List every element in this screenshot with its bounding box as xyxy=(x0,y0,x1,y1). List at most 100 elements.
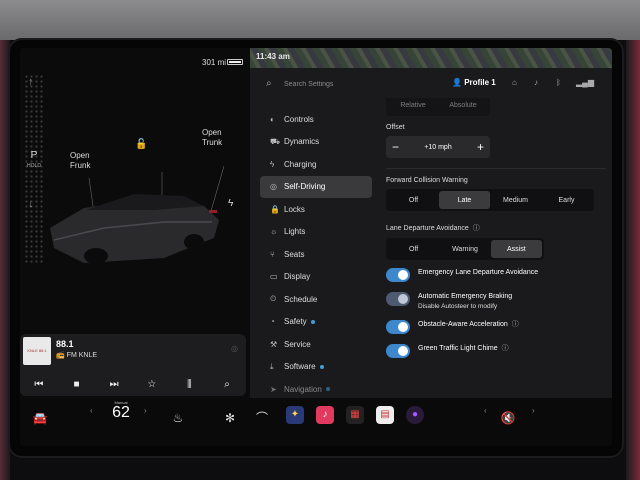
toggle-switch[interactable] xyxy=(386,320,410,334)
trunk-line1: Open xyxy=(202,128,222,137)
fcw-option-late[interactable]: Late xyxy=(439,191,490,209)
car-model-image xyxy=(50,165,224,264)
lda-option-off[interactable]: Off xyxy=(388,240,439,258)
sidebar-item-schedule[interactable]: ⏲ Schedule xyxy=(260,288,372,311)
calendar-app-icon[interactable]: ▤ xyxy=(376,406,394,424)
app-launcher-icon[interactable]: ▦ xyxy=(346,406,364,424)
sidebar-item-label: Seats xyxy=(284,249,305,259)
garage-icon[interactable]: ⌂ xyxy=(512,78,517,87)
sidebar-item-lights[interactable]: ☼ Lights xyxy=(260,221,372,244)
charge-port-bolt-icon[interactable]: ϟ xyxy=(228,198,233,209)
toggle-label: Automatic Emergency Braking xyxy=(418,293,513,300)
offset-mode-toggle[interactable]: Relative Absolute xyxy=(386,98,490,116)
offset-value: +10 mph xyxy=(424,143,452,151)
temperature[interactable]: 62 xyxy=(108,404,134,422)
offset-mode-relative[interactable]: Relative xyxy=(388,98,438,114)
toggle-row: Automatic Emergency Braking Disable Autos… xyxy=(386,292,606,312)
info-icon[interactable]: ⓘ xyxy=(512,321,519,328)
sidebar-item-display[interactable]: ▭ Display xyxy=(260,266,372,289)
sidebar-item-seats[interactable]: ⑂ Seats xyxy=(260,243,372,266)
station-name-text: FM KNLE xyxy=(66,352,98,359)
toybox-app-icon[interactable]: ✦ xyxy=(286,406,304,424)
sidebar-item-label: Schedule xyxy=(284,294,318,304)
display-icon: ▭ xyxy=(270,272,278,282)
lda-option-assist[interactable]: Assist xyxy=(490,240,542,258)
toggle-sublabel: Disable Autosteer to modify xyxy=(418,303,498,310)
sidebar-item-service[interactable]: ⚒ Service xyxy=(260,333,372,356)
decrease-icon[interactable]: − xyxy=(392,140,399,154)
fcw-option-early[interactable]: Early xyxy=(541,191,592,209)
toggle-switch[interactable] xyxy=(386,268,410,282)
sidebar-item-label: Charging xyxy=(284,159,317,169)
sidebar-item-locks[interactable]: 🔒 Locks xyxy=(260,198,372,221)
clock: 11:43 am xyxy=(256,52,290,61)
lda-option-warning[interactable]: Warning xyxy=(439,240,490,258)
unlock-icon[interactable]: 🔓 xyxy=(135,139,147,150)
gear-hold-label: HOLD xyxy=(27,163,41,169)
previous-track-icon[interactable]: ⏮ xyxy=(30,379,48,390)
notification-bell-icon[interactable]: ♪ xyxy=(534,78,538,87)
sidebar-item-safety[interactable]: ◔ Safety xyxy=(260,311,372,334)
favorite-star-icon[interactable]: ☆ xyxy=(143,379,161,390)
toggle-icon: ◐ xyxy=(270,114,275,124)
info-icon[interactable]: ⓘ xyxy=(473,225,480,232)
sidebar-item-label: Controls xyxy=(284,114,314,124)
gear-selector[interactable] xyxy=(24,74,44,264)
toggle-row: Obstacle-Aware Acceleration ⓘ xyxy=(386,320,606,334)
media-player: KNLE 88.1 88.1 📻 FM KNLE ◎ ⏮ ■ ⏭ ☆ ⫼ ⌕ xyxy=(20,334,246,396)
volume-up-chevron-icon[interactable]: › xyxy=(532,406,535,415)
temp-down-chevron-icon[interactable]: ‹ xyxy=(90,406,93,415)
fcw-option-medium[interactable]: Medium xyxy=(490,191,541,209)
stop-icon[interactable]: ■ xyxy=(67,379,85,390)
seat-heater-icon[interactable]: ♨ xyxy=(168,408,188,428)
equalizer-icon[interactable]: ⫼ xyxy=(180,379,198,390)
divider xyxy=(386,168,606,169)
offset-stepper[interactable]: − +10 mph + xyxy=(386,136,490,158)
next-track-icon[interactable]: ⏭ xyxy=(105,379,123,390)
profile-button[interactable]: 👤 Profile 1 xyxy=(452,78,496,87)
sidebar-item-label: Safety xyxy=(284,317,307,327)
light-icon: ☼ xyxy=(270,227,278,237)
car-icon[interactable]: 🚘 xyxy=(30,408,50,428)
mute-speaker-icon[interactable]: 🔇 xyxy=(498,408,518,428)
sidebar-item-label: Software xyxy=(284,362,316,372)
sidebar-item-label: Lights xyxy=(284,227,306,237)
fcw-option-off[interactable]: Off xyxy=(388,191,439,209)
toggle-switch[interactable] xyxy=(386,344,410,358)
increase-icon[interactable]: + xyxy=(477,140,484,154)
sidebar-item-label: Display xyxy=(284,272,311,282)
toggle-row: Emergency Lane Departure Avoidance xyxy=(386,268,606,282)
lda-segmented-control[interactable]: Off Warning Assist xyxy=(386,238,544,260)
car-icon: ⛟ xyxy=(270,136,281,146)
bolt-icon: ϟ xyxy=(270,159,275,169)
nav-icon: ➤ xyxy=(270,384,277,394)
sidebar-item-label: Navigation xyxy=(284,384,322,394)
sidebar-item-dynamics[interactable]: ⛟ Dynamics xyxy=(260,131,372,154)
shield-icon: ◔ xyxy=(270,317,275,327)
search-media-icon[interactable]: ⌕ xyxy=(218,379,236,390)
notification-dot xyxy=(325,387,330,392)
toggle-switch xyxy=(386,292,410,306)
station-name: 📻 FM KNLE xyxy=(56,352,98,359)
sidebar-item-label: Self-Driving xyxy=(284,182,326,192)
sidebar-item-software[interactable]: ⤓ Software xyxy=(260,356,372,379)
bluetooth-icon[interactable]: ᛒ xyxy=(556,78,561,87)
offset-mode-absolute[interactable]: Absolute xyxy=(438,98,488,114)
notification-dot xyxy=(319,364,324,369)
music-app-icon[interactable]: ♪ xyxy=(316,406,334,424)
toggle-label: Emergency Lane Departure Avoidance xyxy=(418,269,539,276)
sidebar-item-controls[interactable]: ◐ Controls xyxy=(260,108,372,131)
volume-down-chevron-icon[interactable]: ‹ xyxy=(484,406,487,415)
fcw-segmented-control[interactable]: Off Late Medium Early xyxy=(386,189,594,211)
radio-signal-icon: ◎ xyxy=(231,344,238,353)
sidebar-item-self-driving[interactable]: ◎ Self-Driving xyxy=(260,175,372,198)
open-trunk-button[interactable]: Open Trunk xyxy=(202,128,222,148)
search-settings-input[interactable] xyxy=(284,76,424,92)
info-icon[interactable]: ⓘ xyxy=(502,345,509,352)
camera-app-icon[interactable]: ● xyxy=(406,406,424,424)
wiper-icon[interactable]: ⌒ xyxy=(252,408,272,428)
sidebar-item-charging[interactable]: ϟ Charging xyxy=(260,153,372,176)
battery-range: 301 mi xyxy=(202,58,227,67)
fan-icon[interactable]: ✻ xyxy=(220,408,240,428)
temp-up-chevron-icon[interactable]: › xyxy=(144,406,147,415)
